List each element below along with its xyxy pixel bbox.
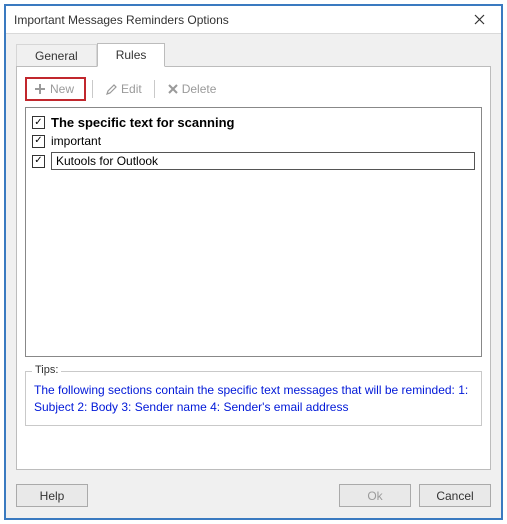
tab-strip: General Rules xyxy=(16,42,491,66)
delete-label: Delete xyxy=(182,82,217,96)
close-button[interactable] xyxy=(457,6,501,34)
plus-icon xyxy=(33,82,47,96)
dialog-body: General Rules New xyxy=(6,34,501,518)
new-label: New xyxy=(50,82,74,96)
rules-panel: New Edit Delete xyxy=(16,66,491,470)
rule-text-input[interactable] xyxy=(51,152,475,170)
tips-text: The following sections contain the speci… xyxy=(34,382,473,417)
rule-checkbox[interactable]: ✓ xyxy=(32,155,45,168)
rule-row: ✓ important xyxy=(32,133,475,149)
close-icon xyxy=(474,14,485,25)
cancel-button[interactable]: Cancel xyxy=(419,484,491,507)
dialog-window: Important Messages Reminders Options Gen… xyxy=(4,4,503,520)
dialog-buttons: Help Ok Cancel xyxy=(16,484,491,507)
rule-checkbox[interactable]: ✓ xyxy=(32,135,45,148)
tips-group: Tips: The following sections contain the… xyxy=(25,371,482,426)
ok-button[interactable]: Ok xyxy=(339,484,411,507)
edit-label: Edit xyxy=(121,82,142,96)
window-title: Important Messages Reminders Options xyxy=(14,13,457,27)
new-button[interactable]: New xyxy=(27,80,80,98)
rule-row: ✓ xyxy=(32,151,475,171)
tips-legend: Tips: xyxy=(32,364,61,376)
toolbar-separator xyxy=(154,80,155,98)
rules-header-label: The specific text for scanning xyxy=(51,115,235,130)
edit-button[interactable]: Edit xyxy=(99,80,148,98)
titlebar: Important Messages Reminders Options xyxy=(6,6,501,34)
rule-label: important xyxy=(51,134,101,148)
x-icon xyxy=(167,83,179,95)
tab-general[interactable]: General xyxy=(16,44,97,67)
tab-rules[interactable]: Rules xyxy=(97,43,166,67)
header-checkbox[interactable]: ✓ xyxy=(32,116,45,129)
pencil-icon xyxy=(105,83,118,96)
highlight-new: New xyxy=(25,77,86,101)
rules-header-row: ✓ The specific text for scanning xyxy=(32,114,475,131)
delete-button[interactable]: Delete xyxy=(161,80,223,98)
rules-toolbar: New Edit Delete xyxy=(25,75,482,107)
help-button[interactable]: Help xyxy=(16,484,88,507)
toolbar-separator xyxy=(92,80,93,98)
rules-list: ✓ The specific text for scanning ✓ impor… xyxy=(25,107,482,357)
